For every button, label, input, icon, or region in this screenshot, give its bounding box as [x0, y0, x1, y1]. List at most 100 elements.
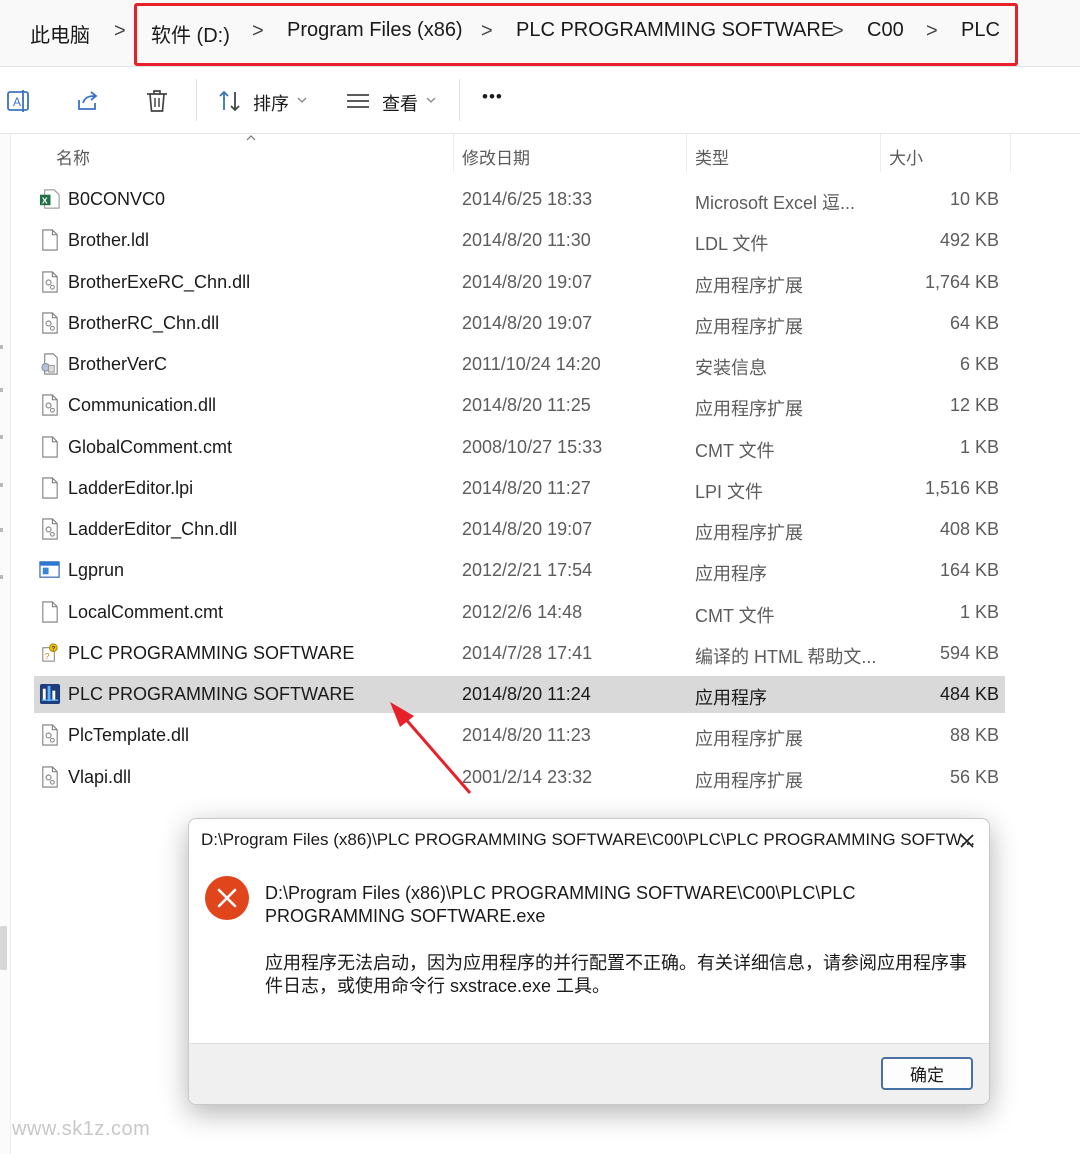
dll-file-icon	[42, 312, 58, 334]
file-type: 应用程序	[695, 564, 767, 585]
nav-expander-mark	[0, 483, 3, 487]
file-row[interactable]: Vlapi.dll 2001/2/14 23:32 应用程序扩展 56 KB	[34, 759, 1005, 796]
nav-expander-mark	[0, 528, 3, 532]
file-name: GlobalComment.cmt	[68, 436, 233, 457]
file-date: 2014/8/20 19:07	[462, 312, 593, 333]
column-header-date[interactable]: 修改日期	[462, 144, 530, 169]
file-date: 2001/2/14 23:32	[462, 766, 593, 787]
file-date: 2011/10/24 14:20	[462, 354, 601, 374]
view-button[interactable]: 查看	[382, 90, 418, 116]
sort-button[interactable]: 排序	[253, 90, 289, 116]
error-dialog: D:\Program Files (x86)\PLC PROGRAMMING S…	[188, 818, 990, 1105]
watermark: www.sk1z.com	[12, 1118, 151, 1140]
column-header-type[interactable]: 类型	[695, 144, 729, 169]
file-date: 2014/8/20 11:23	[462, 725, 591, 746]
file-name: LadderEditor_Chn.dll	[68, 519, 238, 539]
ok-button[interactable]: 确定	[881, 1057, 973, 1090]
file-name: Lgprun	[68, 560, 125, 581]
file-type: 应用程序扩展	[695, 523, 803, 543]
file-date: 2014/8/20 11:30	[462, 230, 591, 251]
file-date: 2012/2/6 14:48	[462, 601, 583, 622]
file-name: Brother.ldl	[68, 230, 150, 251]
chevron-down-icon[interactable]	[296, 95, 308, 105]
file-size: 12 KB	[949, 395, 999, 416]
dialog-footer: 确定	[189, 1043, 989, 1104]
file-name: B0CONVC0	[68, 189, 166, 209]
file-date: 2014/8/20 11:24	[462, 684, 591, 704]
file-type: 应用程序扩展	[695, 729, 803, 750]
chevron-down-icon[interactable]	[425, 95, 437, 105]
breadcrumb-this-pc[interactable]: 此电脑	[30, 19, 90, 48]
file-name: BrotherVerC	[68, 354, 168, 374]
file-size: 88 KB	[949, 725, 999, 746]
file-row[interactable]: LadderEditor_Chn.dll 2014/8/20 19:07 应用程序扩…	[34, 511, 1005, 548]
file-type: 应用程序扩展	[695, 399, 803, 420]
file-row[interactable]: X B0CONVC0 2014/6/25 18:33 Microsoft Excel …	[34, 181, 1005, 218]
file-date: 2014/6/25 18:33	[462, 189, 593, 209]
file-row[interactable]: Brother.ldl 2014/8/20 11:30 LDL 文件 492 KB	[34, 222, 1005, 259]
nav-expander-mark	[0, 575, 3, 579]
sort-ascending-icon	[246, 135, 256, 141]
app-window-icon	[39, 561, 60, 578]
file-row[interactable]: Lgprun 2012/2/21 17:54 应用程序 164 KB	[34, 552, 1005, 589]
setup-info-icon	[41, 353, 58, 375]
share-icon[interactable]	[75, 88, 101, 114]
file-name: Communication.dll	[68, 395, 217, 416]
dll-file-icon	[42, 765, 58, 788]
file-type: LPI 文件	[695, 481, 764, 502]
delete-icon[interactable]	[144, 88, 170, 114]
file-size: 56 KB	[949, 766, 999, 787]
file-name: Vlapi.dll	[68, 766, 132, 787]
file-row[interactable]: GlobalComment.cmt 2008/10/27 15:33 CMT 文件 1…	[34, 429, 1005, 466]
rename-icon[interactable]: A	[6, 88, 32, 114]
file-date: 2008/10/27 15:33	[462, 436, 603, 457]
svg-text:?: ?	[51, 645, 55, 652]
column-divider[interactable]	[453, 134, 454, 172]
file-date: 2014/8/20 19:07	[462, 271, 593, 292]
close-icon[interactable]	[953, 827, 981, 855]
navigation-pane-edge	[0, 134, 11, 1154]
dialog-detail-message: 应用程序无法启动，因为应用程序的并行配置不正确。有关详细信息，请参阅应用程序事件…	[265, 953, 967, 996]
file-size: 594 KB	[939, 642, 999, 663]
file-type: 应用程序	[695, 688, 767, 708]
address-bar: 此电脑 > 软件 (D:) > Program Files (x86) > PL…	[0, 0, 1080, 67]
column-divider[interactable]	[686, 134, 687, 172]
nav-expander-mark	[0, 345, 3, 349]
file-date: 2012/2/21 17:54	[462, 560, 593, 581]
file-type: LDL 文件	[695, 234, 769, 255]
blank-file-icon	[42, 435, 58, 458]
file-name: PlcTemplate.dll	[68, 725, 190, 746]
file-size: 1 KB	[959, 436, 999, 457]
toolbar-divider	[196, 79, 197, 121]
more-options-button[interactable]: •••	[482, 87, 503, 107]
file-row[interactable]: LocalComment.cmt 2012/2/6 14:48 CMT 文件 1 KB	[34, 594, 1005, 631]
file-row[interactable]: LadderEditor.lpi 2014/8/20 11:27 LPI 文件 1,5…	[34, 470, 1005, 507]
file-type: CMT 文件	[695, 605, 775, 626]
file-size: 492 KB	[939, 230, 999, 251]
file-row[interactable]: Communication.dll 2014/8/20 11:25 应用程序扩展 12…	[34, 387, 1005, 424]
file-name: LocalComment.cmt	[68, 601, 224, 622]
sort-icon[interactable]	[217, 88, 243, 114]
file-size: 484 KB	[939, 684, 999, 704]
file-row-selected[interactable]: PLC PROGRAMMING SOFTWARE 2014/8/20 11:24 应…	[34, 676, 1005, 713]
file-row[interactable]: ?? PLC PROGRAMMING SOFTWARE 2014/7/28 17:4…	[34, 635, 1005, 672]
nav-scrollbar[interactable]	[0, 926, 7, 970]
file-row[interactable]: BrotherVerC 2011/10/24 14:20 安装信息 6 KB	[34, 346, 1005, 383]
file-size: 1 KB	[959, 601, 999, 622]
nav-expander-mark	[0, 388, 3, 392]
file-size: 1,516 KB	[924, 477, 999, 498]
file-row[interactable]: BrotherExeRC_Chn.dll 2014/8/20 19:07 应用程序扩…	[34, 264, 1005, 301]
column-header-name[interactable]: 名称	[56, 144, 90, 169]
file-name: PLC PROGRAMMING SOFTWARE	[68, 684, 355, 704]
file-row[interactable]: BrotherRC_Chn.dll 2014/8/20 19:07 应用程序扩展 64…	[34, 305, 1005, 342]
plc-app-icon	[39, 683, 61, 705]
file-row[interactable]: PlcTemplate.dll 2014/8/20 11:23 应用程序扩展 88 K…	[34, 717, 1005, 754]
view-icon[interactable]	[345, 88, 371, 114]
column-divider[interactable]	[880, 134, 881, 172]
breadcrumb-separator[interactable]: >	[114, 20, 126, 43]
error-icon	[205, 876, 249, 920]
file-size: 164 KB	[939, 560, 999, 581]
column-divider[interactable]	[1010, 134, 1011, 172]
dll-file-icon	[42, 724, 58, 746]
column-header-size[interactable]: 大小	[889, 144, 923, 169]
